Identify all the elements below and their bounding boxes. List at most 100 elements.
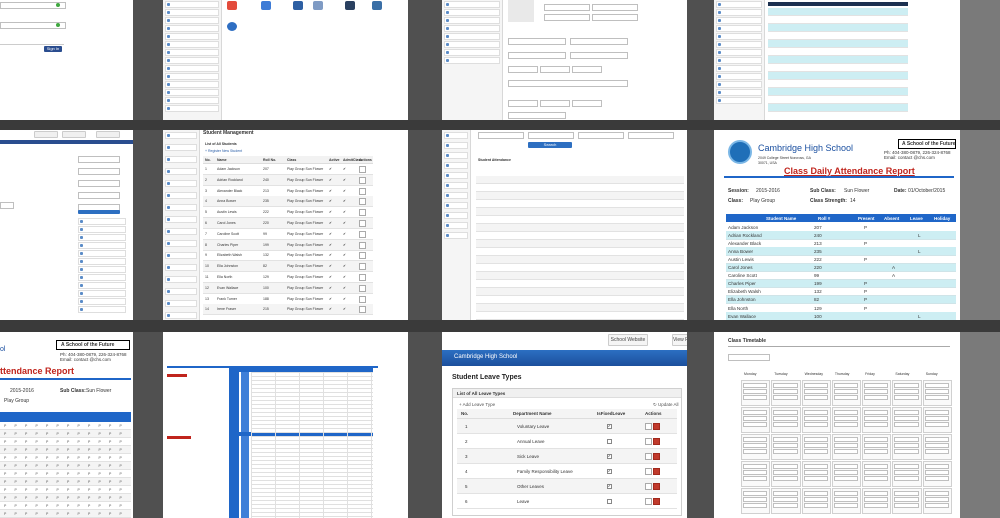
timetable-slot[interactable] <box>892 488 922 514</box>
menu-item[interactable] <box>78 306 126 313</box>
slot-subject-select[interactable] <box>773 437 798 442</box>
sidebar-item[interactable] <box>716 41 762 48</box>
sidebar-item[interactable] <box>444 41 500 48</box>
sidebar-item[interactable] <box>444 49 500 56</box>
search-button[interactable] <box>78 210 120 214</box>
form-field[interactable] <box>572 100 602 107</box>
sidebar-item[interactable] <box>716 1 762 8</box>
timetable-slot[interactable] <box>771 380 801 406</box>
sidebar-item[interactable] <box>165 89 219 96</box>
is-fixed-checkbox[interactable] <box>607 499 612 504</box>
form-field[interactable] <box>508 52 566 59</box>
slot-subject-select[interactable] <box>864 410 889 415</box>
sidebar-item[interactable] <box>165 73 219 80</box>
timetable-slot[interactable] <box>922 434 952 460</box>
sidebar-item[interactable] <box>165 105 219 112</box>
menu-item[interactable] <box>78 266 126 273</box>
timetable-slot[interactable] <box>892 434 922 460</box>
slot-subject-select[interactable] <box>894 410 919 415</box>
sidebar-item[interactable] <box>444 25 500 32</box>
sidebar-item[interactable] <box>716 73 762 80</box>
sidebar-item[interactable] <box>444 162 468 169</box>
slot-subject-select[interactable] <box>803 410 828 415</box>
edit-icon[interactable] <box>359 220 366 227</box>
is-fixed-checkbox[interactable] <box>607 439 612 444</box>
slot-subject-select[interactable] <box>833 410 859 415</box>
menu-item[interactable] <box>78 226 126 233</box>
search-button[interactable]: Search <box>528 142 572 148</box>
slot-teacher-select[interactable] <box>894 416 919 421</box>
slot-teacher-select[interactable] <box>833 497 859 502</box>
sidebar-item[interactable] <box>165 97 219 104</box>
slot-teacher-select[interactable] <box>743 389 768 394</box>
timetable-slot[interactable] <box>801 488 831 514</box>
subclass-select[interactable] <box>578 132 624 139</box>
form-field[interactable] <box>544 4 590 11</box>
slot-room-select[interactable] <box>864 449 889 454</box>
sidebar-item[interactable] <box>165 41 219 48</box>
edit-icon[interactable] <box>359 263 366 271</box>
slot-room-select[interactable] <box>894 395 919 400</box>
slot-teacher-select[interactable] <box>803 389 828 394</box>
sidebar-item[interactable] <box>165 81 219 88</box>
edit-icon[interactable] <box>359 230 366 238</box>
timetable-slot[interactable] <box>801 461 831 487</box>
slot-room-select[interactable] <box>924 503 949 508</box>
slot-room-select[interactable] <box>894 422 919 427</box>
timetable-slot[interactable] <box>862 488 892 514</box>
edit-icon[interactable] <box>359 295 366 303</box>
slot-room-select[interactable] <box>803 476 828 481</box>
class-select[interactable] <box>528 132 574 139</box>
form-field[interactable] <box>540 100 570 107</box>
is-fixed-checkbox[interactable]: ✔ <box>607 454 612 459</box>
edit-icon[interactable] <box>359 306 366 314</box>
sidebar-item[interactable] <box>444 1 500 8</box>
slot-room-select[interactable] <box>864 422 889 427</box>
slot-room-select[interactable] <box>803 449 828 454</box>
update-all-link[interactable]: ↻ Update All <box>653 402 679 408</box>
slot-room-select[interactable] <box>894 476 919 481</box>
is-fixed-checkbox[interactable]: ✔ <box>607 424 612 429</box>
slot-subject-select[interactable] <box>743 491 768 496</box>
slot-room-select[interactable] <box>864 503 889 508</box>
sidebar-item[interactable] <box>165 216 197 223</box>
slot-subject-select[interactable] <box>743 437 768 442</box>
slot-subject-select[interactable] <box>803 383 828 388</box>
slot-room-select[interactable] <box>773 476 798 481</box>
add-leave-type-link[interactable]: + Add Leave Type <box>459 402 495 407</box>
sidebar-item[interactable] <box>444 172 468 179</box>
timetable-slot[interactable] <box>831 461 862 487</box>
sidebar-item[interactable] <box>165 49 219 56</box>
timetable-slot[interactable] <box>831 488 862 514</box>
sidebar-item[interactable] <box>444 33 500 40</box>
slot-room-select[interactable] <box>833 422 859 427</box>
tool-button[interactable] <box>34 131 58 138</box>
sidebar-item[interactable] <box>444 57 500 64</box>
slot-teacher-select[interactable] <box>773 443 798 448</box>
slot-teacher-select[interactable] <box>924 497 949 502</box>
form-field[interactable] <box>592 4 638 11</box>
tool-button[interactable] <box>62 131 86 138</box>
slot-teacher-select[interactable] <box>803 416 828 421</box>
sidebar-item[interactable] <box>716 81 762 88</box>
sidebar-item[interactable] <box>716 17 762 24</box>
timetable-slot[interactable] <box>801 380 831 406</box>
timetable-slot[interactable] <box>922 488 952 514</box>
edit-icon[interactable] <box>645 468 652 475</box>
sidebar-item[interactable] <box>165 144 197 151</box>
slot-teacher-select[interactable] <box>803 443 828 448</box>
slot-room-select[interactable] <box>833 449 859 454</box>
edit-icon[interactable] <box>359 252 366 260</box>
slot-teacher-select[interactable] <box>894 470 919 475</box>
filter-field[interactable] <box>78 180 120 187</box>
timetable-slot[interactable] <box>831 407 862 433</box>
slot-teacher-select[interactable] <box>833 443 859 448</box>
sidebar-item[interactable] <box>165 192 197 199</box>
slot-teacher-select[interactable] <box>773 389 798 394</box>
timetable-slot[interactable] <box>892 407 922 433</box>
slot-subject-select[interactable] <box>864 437 889 442</box>
sidebar-item[interactable] <box>444 152 468 159</box>
slot-teacher-select[interactable] <box>864 443 889 448</box>
timetable-slot[interactable] <box>862 434 892 460</box>
slot-subject-select[interactable] <box>803 491 828 496</box>
